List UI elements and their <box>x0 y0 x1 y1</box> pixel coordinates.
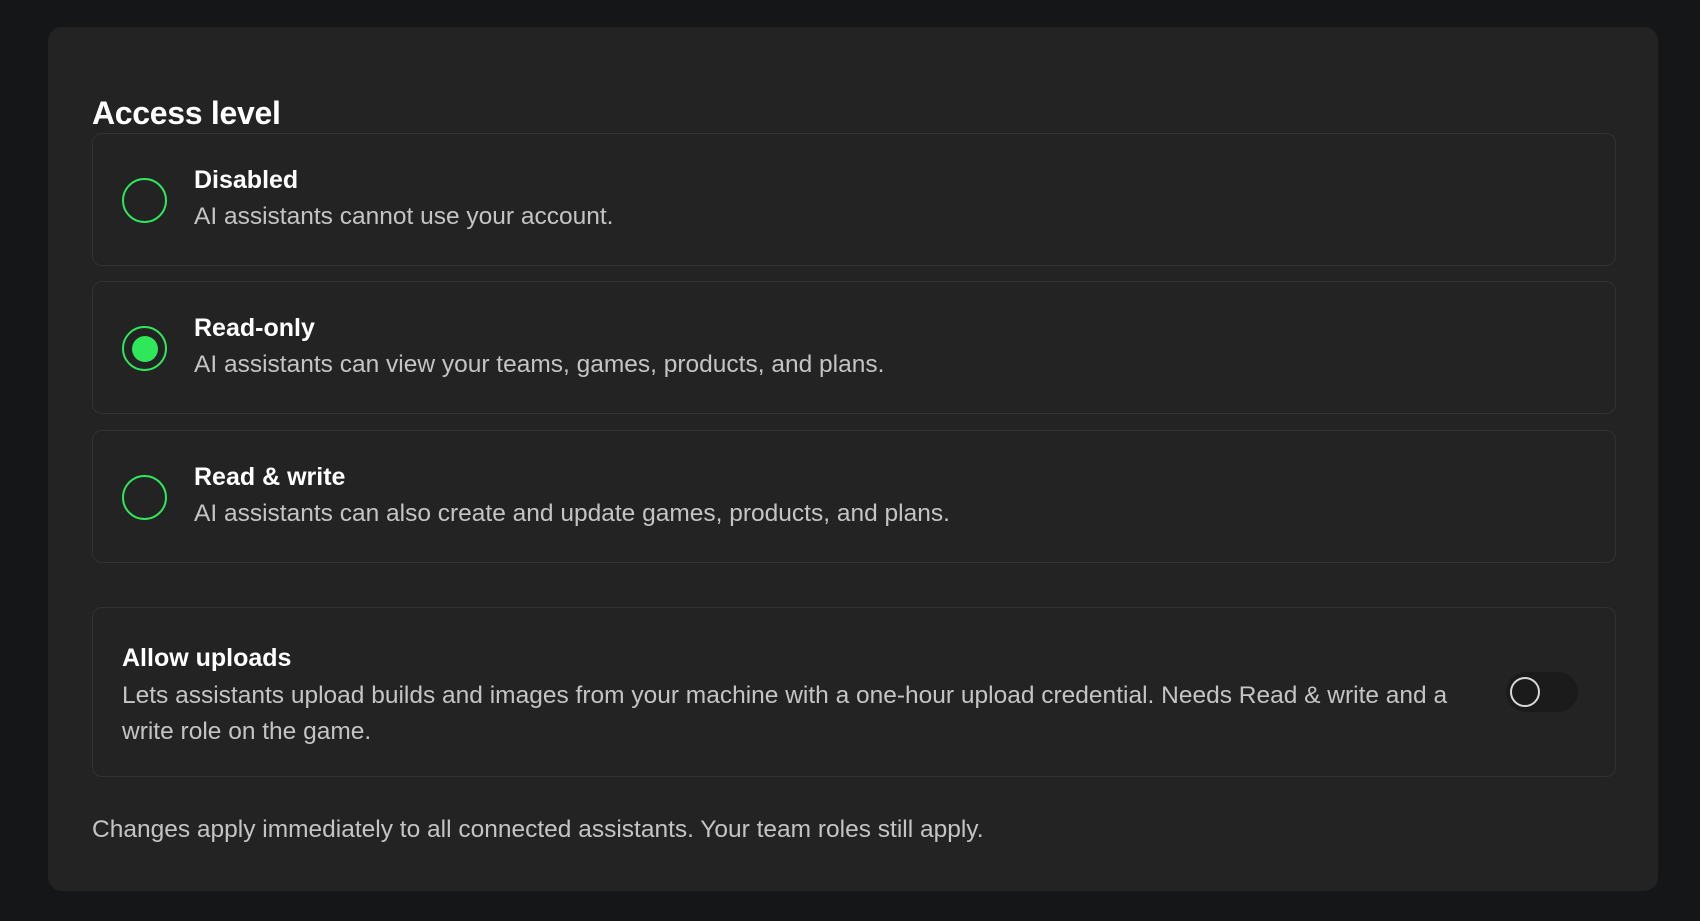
allow-uploads-card: Allow uploads Lets assistants upload bui… <box>92 607 1616 777</box>
access-level-title: Access level <box>92 95 281 131</box>
radio-icon[interactable] <box>122 475 167 520</box>
option-label: Read-only <box>194 314 315 342</box>
option-description: AI assistants can view your teams, games… <box>194 351 885 378</box>
option-description: AI assistants cannot use your account. <box>194 203 614 230</box>
toggle-knob-icon <box>1510 677 1540 707</box>
option-label: Disabled <box>194 166 299 194</box>
footer-note: Changes apply immediately to all connect… <box>92 816 984 843</box>
allow-uploads-title: Allow uploads <box>122 644 292 672</box>
allow-uploads-description: Lets assistants upload builds and images… <box>122 682 1448 745</box>
radio-icon[interactable] <box>122 178 167 223</box>
radio-selected-icon[interactable] <box>122 326 167 371</box>
allow-uploads-toggle[interactable] <box>1506 672 1578 712</box>
option-read-write[interactable]: Read & write AI assistants can also crea… <box>92 430 1616 563</box>
option-disabled[interactable]: Disabled AI assistants cannot use your a… <box>92 133 1616 266</box>
option-label: Read & write <box>194 463 346 491</box>
access-level-panel: Access level Disabled AI assistants cann… <box>48 27 1658 891</box>
option-read-only[interactable]: Read-only AI assistants can view your te… <box>92 281 1616 414</box>
option-description: AI assistants can also create and update… <box>194 500 950 527</box>
